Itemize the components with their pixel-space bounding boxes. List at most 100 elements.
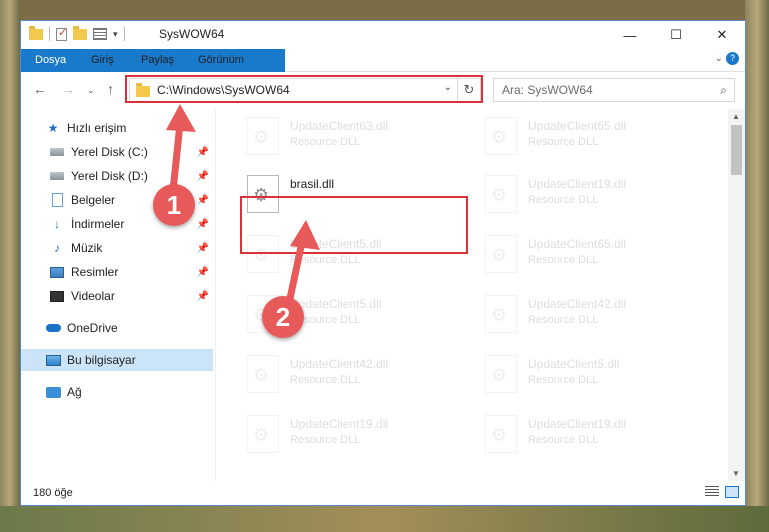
drive-icon bbox=[49, 169, 65, 183]
drive-icon bbox=[49, 145, 65, 159]
minimize-button[interactable]: — bbox=[607, 21, 653, 49]
file-item[interactable]: UpdateClient65.dll Resource DLL bbox=[479, 229, 715, 283]
file-type: Resource DLL bbox=[528, 314, 599, 326]
document-icon bbox=[49, 193, 65, 207]
sidebar-item-this-pc[interactable]: Bu bilgisayar bbox=[21, 349, 213, 371]
dll-file-icon bbox=[485, 295, 517, 333]
file-item[interactable]: UpdateClient42.dll Resource DLL bbox=[241, 349, 477, 403]
pin-icon[interactable]: 📌 bbox=[197, 267, 209, 278]
file-item[interactable]: UpdateClient65.dll Resource DLL bbox=[479, 111, 715, 165]
search-placeholder: Ara: SysWOW64 bbox=[502, 83, 593, 97]
details-view-icon[interactable] bbox=[705, 486, 719, 498]
large-icons-view-icon[interactable] bbox=[725, 486, 739, 498]
toolbar-separator bbox=[49, 27, 50, 41]
dll-file-icon bbox=[247, 355, 279, 393]
star-icon: ★ bbox=[47, 121, 59, 135]
file-item[interactable]: UpdateClient19.dll Resource DLL bbox=[241, 409, 477, 463]
dll-file-icon bbox=[485, 175, 517, 213]
computer-icon bbox=[45, 353, 61, 367]
file-name: UpdateClient42.dll bbox=[290, 357, 389, 371]
help-icon[interactable]: ? bbox=[726, 52, 739, 65]
sidebar-item-label: Yerel Disk (D:) bbox=[71, 169, 148, 183]
sidebar-item-music[interactable]: ♪ Müzik 📌 bbox=[21, 237, 213, 259]
file-name: UpdateClient5.dll bbox=[528, 357, 620, 371]
step-2-badge: 2 bbox=[262, 296, 304, 338]
window-title: SysWOW64 bbox=[159, 27, 225, 41]
scrollbar-thumb[interactable] bbox=[731, 125, 742, 175]
sidebar-item-label: Belgeler bbox=[71, 193, 116, 207]
back-arrow-icon[interactable]: ← bbox=[33, 81, 47, 97]
step-1-badge: 1 bbox=[153, 184, 195, 226]
pictures-icon bbox=[49, 265, 65, 279]
tab-view[interactable]: Görünüm bbox=[186, 49, 256, 71]
view-options-icon[interactable] bbox=[93, 28, 107, 40]
desktop-background-bottom bbox=[0, 506, 769, 532]
maximize-button[interactable]: ☐ bbox=[653, 21, 699, 49]
file-name: brasil.dll bbox=[290, 177, 335, 191]
customize-dropdown-icon[interactable]: ▾ bbox=[113, 29, 118, 40]
scroll-up-icon[interactable]: ▲ bbox=[732, 112, 740, 121]
scroll-down-icon[interactable]: ▼ bbox=[732, 469, 740, 478]
file-explorer-window: ▾ SysWOW64 — ☐ ✕ Dosya Giriş Paylaş Görü… bbox=[20, 20, 746, 506]
file-type: Resource DLL bbox=[528, 194, 599, 206]
file-type: Resource DLL bbox=[290, 136, 361, 148]
search-input[interactable]: Ara: SysWOW64 ⌕ bbox=[493, 78, 735, 102]
sidebar-item-network[interactable]: Ağ bbox=[21, 381, 213, 403]
file-item[interactable]: UpdateClient19.dll Resource DLL bbox=[479, 409, 715, 463]
properties-check-icon[interactable] bbox=[56, 26, 67, 41]
recent-locations-chevron-icon[interactable]: ⌄ bbox=[87, 85, 95, 96]
file-name: UpdateClient65.dll bbox=[528, 237, 627, 251]
file-name: UpdateClient19.dll bbox=[528, 417, 627, 431]
search-icon[interactable]: ⌕ bbox=[720, 83, 727, 98]
tab-share[interactable]: Paylaş bbox=[129, 49, 186, 71]
up-arrow-icon[interactable]: ↑ bbox=[107, 81, 114, 97]
file-type: Resource DLL bbox=[528, 374, 599, 386]
video-icon bbox=[49, 289, 65, 303]
folder-icon[interactable] bbox=[29, 25, 43, 40]
close-button[interactable]: ✕ bbox=[699, 21, 745, 49]
sidebar-item-videos[interactable]: Videolar 📌 bbox=[21, 285, 213, 307]
sidebar-item-label: Hızlı erişim bbox=[67, 121, 127, 135]
item-count: 180 öğe bbox=[33, 487, 73, 499]
file-item[interactable]: UpdateClient42.dll Resource DLL bbox=[479, 289, 715, 343]
desktop-background-left bbox=[0, 0, 20, 532]
pin-icon[interactable]: 📌 bbox=[197, 219, 209, 230]
tab-home[interactable]: Giriş bbox=[79, 49, 126, 71]
dll-file-icon bbox=[485, 235, 517, 273]
pane-divider[interactable] bbox=[215, 109, 216, 481]
desktop-background-right bbox=[745, 0, 769, 532]
sidebar-item-label: Bu bilgisayar bbox=[67, 353, 136, 367]
file-type: Resource DLL bbox=[290, 374, 361, 386]
dll-file-icon bbox=[485, 415, 517, 453]
network-icon bbox=[45, 385, 61, 399]
title-bar: ▾ SysWOW64 — ☐ ✕ bbox=[21, 21, 745, 49]
new-folder-icon[interactable] bbox=[73, 25, 87, 40]
status-bar: 180 öğe bbox=[21, 481, 745, 505]
file-item[interactable]: UpdateClient5.dll Resource DLL bbox=[479, 349, 715, 403]
sidebar-item-label: İndirmeler bbox=[71, 217, 125, 231]
file-item[interactable]: UpdateClient19.dll Resource DLL bbox=[479, 169, 715, 223]
sidebar-item-label: Ağ bbox=[67, 385, 82, 399]
file-type: Resource DLL bbox=[528, 136, 599, 148]
expand-ribbon-icon[interactable]: ⌄ bbox=[715, 53, 723, 64]
sidebar-item-onedrive[interactable]: OneDrive bbox=[21, 317, 213, 339]
dll-file-icon bbox=[247, 415, 279, 453]
file-type: Resource DLL bbox=[290, 434, 361, 446]
file-item[interactable]: UpdateClient63.dll Resource DLL bbox=[241, 111, 477, 165]
pin-icon[interactable]: 📌 bbox=[197, 291, 209, 302]
sidebar-item-label: Resimler bbox=[71, 265, 119, 279]
ribbon-tabs: Dosya Giriş Paylaş Görünüm ⌄ ? bbox=[21, 49, 745, 103]
window-controls: — ☐ ✕ bbox=[607, 21, 745, 49]
vertical-scrollbar[interactable]: ▲ ▼ bbox=[728, 109, 745, 481]
file-type: Resource DLL bbox=[528, 254, 599, 266]
pin-icon[interactable]: 📌 bbox=[197, 243, 209, 254]
file-name: UpdateClient19.dll bbox=[528, 177, 627, 191]
navigation-bar: ← → ⌄ ↑ C:\Windows\SysWOW64 ⌄ ↻ Ara: Sys… bbox=[21, 72, 745, 108]
sidebar-item-label: OneDrive bbox=[67, 321, 118, 335]
file-name: UpdateClient63.dll bbox=[290, 119, 389, 133]
forward-arrow-icon[interactable]: → bbox=[61, 81, 75, 97]
sidebar-item-pictures[interactable]: Resimler 📌 bbox=[21, 261, 213, 283]
dll-file-icon bbox=[485, 355, 517, 393]
music-icon: ♪ bbox=[54, 241, 60, 255]
dll-file-icon bbox=[485, 117, 517, 155]
